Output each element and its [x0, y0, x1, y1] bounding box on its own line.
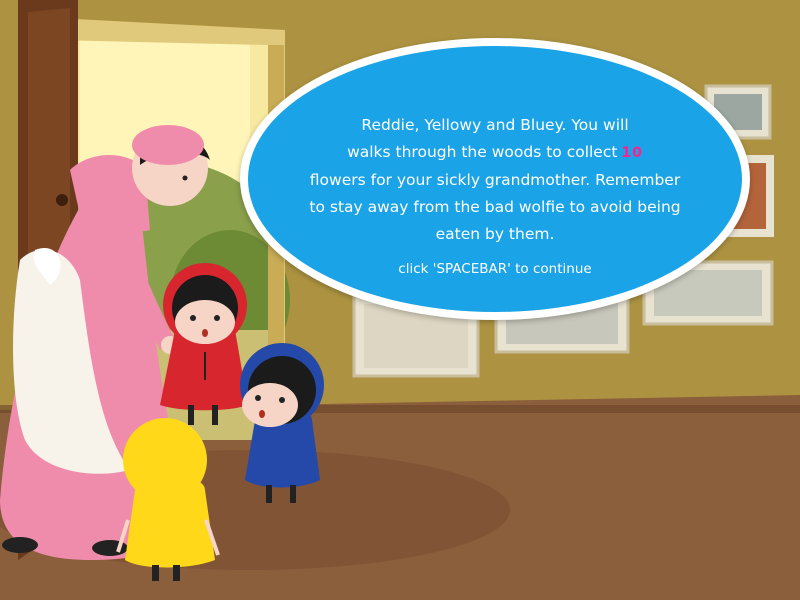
- story-line-4: to stay away from the bad wolfie to avoi…: [309, 198, 681, 216]
- reddie-character: [160, 263, 248, 425]
- story-text: Reddie, Yellowy and Bluey. You will walk…: [250, 112, 740, 248]
- continue-prompt[interactable]: click 'SPACEBAR' to continue: [250, 261, 740, 277]
- story-line-5: eaten by them.: [435, 225, 555, 243]
- story-line-2-text: walks through the woods to collect: [347, 143, 618, 161]
- story-line-1: Reddie, Yellowy and Bluey. You will: [361, 116, 629, 134]
- flower-count: 10: [621, 145, 643, 161]
- story-line-2: walks through the woods to collect 10: [250, 139, 740, 167]
- story-line-3: flowers for your sickly grandmother. Rem…: [309, 171, 681, 189]
